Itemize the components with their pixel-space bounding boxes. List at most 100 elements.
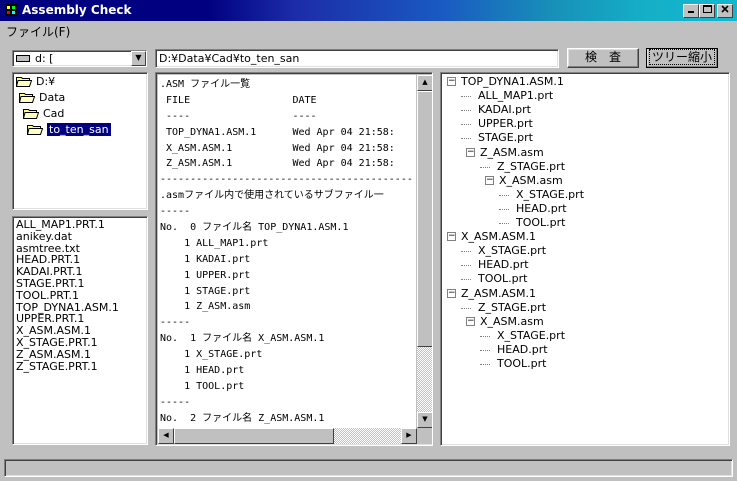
vertical-scroll-thumb[interactable]	[417, 91, 432, 347]
folder-item[interactable]: Cad	[23, 107, 64, 122]
horizontal-scroll-thumb[interactable]	[174, 428, 334, 444]
open-folder-icon	[23, 109, 39, 119]
tree-node[interactable]: TOOL.prt	[516, 216, 565, 230]
tree-node[interactable]: HEAD.prt	[497, 343, 548, 357]
report-line: X_ASM.ASM.1 Wed Apr 04 21:58:	[160, 142, 395, 154]
tree-connector	[461, 96, 471, 98]
tree-node[interactable]: Z_STAGE.prt	[497, 160, 565, 174]
minimize-button[interactable]	[683, 4, 699, 18]
file-list[interactable]: ALL_MAP1.PRT.1 anikey.dat asmtree.txt HE…	[12, 216, 148, 445]
minimize-icon	[688, 11, 694, 13]
tree-node[interactable]: X_STAGE.prt	[478, 244, 546, 258]
collapse-icon[interactable]: −	[466, 147, 475, 157]
collapse-icon[interactable]: −	[447, 288, 456, 298]
scroll-left-button[interactable]: ◀	[158, 428, 174, 444]
report-line: Z_ASM.ASM.1 Wed Apr 04 21:58:	[160, 158, 395, 170]
folder-item[interactable]: D:¥	[16, 75, 55, 90]
folder-label: Cad	[43, 107, 65, 120]
menu-file[interactable]: ファイル(F)	[6, 23, 70, 40]
tree-node[interactable]: Z_ASM.asm	[480, 146, 544, 160]
open-folder-icon	[16, 77, 32, 87]
report-line: ----------------------------------------…	[160, 174, 413, 186]
report-line: FILE DATE	[160, 94, 317, 106]
tree-node[interactable]: TOP_DYNA1.ASM.1	[461, 75, 564, 89]
list-item[interactable]: TOOL.PRT.1	[16, 289, 144, 302]
tree-node[interactable]: X_ASM.asm	[499, 174, 563, 188]
collapse-icon[interactable]: −	[485, 175, 494, 185]
folder-item[interactable]: Data	[19, 91, 65, 106]
tree-node[interactable]: TOOL.prt	[497, 357, 546, 371]
list-item[interactable]: Z_STAGE.PRT.1	[16, 360, 144, 373]
tree-node[interactable]: X_ASM.asm	[480, 315, 544, 329]
collapse-icon[interactable]: −	[447, 232, 456, 242]
directory-tree[interactable]: D:¥ Data Cad to_ten_san	[12, 72, 148, 210]
drive-select[interactable]: d: [ ▼	[12, 50, 147, 67]
collapse-icon[interactable]: −	[466, 316, 475, 326]
tree-connector	[480, 166, 490, 168]
tree-node[interactable]: KADAI.prt	[478, 103, 531, 117]
report-line: .ASM ファイル一覧	[160, 79, 251, 90]
tree-connector	[461, 124, 471, 126]
drive-select-value: d: [	[35, 52, 54, 65]
menu-bar: ファイル(F)	[0, 21, 737, 41]
vertical-scrollbar[interactable]: ▲ ▼	[417, 75, 432, 428]
tree-node[interactable]: ALL_MAP1.prt	[478, 89, 553, 103]
folder-label: D:¥	[36, 75, 56, 88]
list-item[interactable]: anikey.dat	[16, 230, 144, 243]
tree-connector	[499, 223, 509, 224]
scroll-corner	[417, 428, 432, 444]
status-bar	[4, 459, 733, 477]
report-line: No. 0 ファイル名 TOP_DYNA1.ASM.1	[160, 222, 349, 234]
app-icon	[5, 4, 17, 16]
tree-node[interactable]: UPPER.prt	[478, 117, 533, 131]
tree-connector	[499, 208, 509, 210]
report-line: 1 X_STAGE.prt	[160, 349, 263, 361]
tree-connector	[461, 138, 471, 140]
report-line: 1 UPPER.prt	[160, 269, 251, 281]
list-item[interactable]: STAGE.PRT.1	[16, 278, 144, 290]
report-line: TOP_DYNA1.ASM.1 Wed Apr 04 21:58:	[160, 126, 395, 138]
chevron-down-icon[interactable]: ▼	[131, 51, 146, 66]
report-panel: .ASM ファイル一覧 FILE DATE ---- ---- TOP_DYNA…	[155, 72, 433, 446]
tree-node[interactable]: TOOL.prt	[478, 272, 527, 286]
tree-connector	[461, 110, 471, 112]
horizontal-scrollbar[interactable]: ◀ ▶	[158, 428, 417, 444]
folder-label: Data	[39, 91, 66, 104]
report-line: No. 2 ファイル名 Z_ASM.ASM.1	[160, 412, 325, 424]
scroll-up-button[interactable]: ▲	[417, 75, 432, 91]
check-button[interactable]: 検 査	[567, 48, 639, 68]
list-item[interactable]: X_STAGE.PRT.1	[16, 337, 144, 349]
tree-node[interactable]: X_STAGE.prt	[497, 329, 565, 343]
maximize-icon	[702, 5, 712, 13]
collapse-icon[interactable]: −	[447, 77, 456, 86]
open-folder-icon	[19, 93, 35, 103]
tree-node[interactable]: HEAD.prt	[478, 258, 529, 272]
report-line: No. 1 ファイル名 X_ASM.ASM.1	[160, 333, 325, 345]
list-item[interactable]: Z_ASM.ASM.1	[16, 348, 144, 361]
report-line: 1 STAGE.prt	[160, 285, 251, 297]
close-button[interactable]	[717, 4, 733, 18]
report-line: -----	[160, 206, 191, 218]
path-input[interactable]: D:¥Data¥Cad¥to_ten_san	[155, 49, 559, 68]
tree-node[interactable]: Z_ASM.ASM.1	[461, 287, 536, 301]
assembly-tree[interactable]: − TOP_DYNA1.ASM.1 ALL_MAP1.prt KADAI.prt UPP…	[440, 72, 730, 446]
scroll-right-button[interactable]: ▶	[401, 428, 417, 444]
open-folder-icon	[27, 125, 43, 135]
report-textarea[interactable]: .ASM ファイル一覧 FILE DATE ---- ---- TOP_DYNA…	[158, 75, 416, 428]
tree-shrink-label: ツリー縮小	[648, 49, 715, 65]
folder-item-selected[interactable]: to_ten_san	[27, 123, 111, 138]
tree-node[interactable]: X_STAGE.prt	[516, 188, 584, 202]
tree-node[interactable]: HEAD.prt	[516, 202, 567, 216]
report-line: .asmファイル内で使用されているサブファイル一	[160, 190, 384, 202]
tree-node[interactable]: Z_STAGE.prt	[478, 301, 546, 315]
tree-connector	[461, 307, 471, 309]
maximize-button[interactable]	[699, 4, 715, 18]
tree-node[interactable]: STAGE.prt	[478, 131, 533, 145]
tree-node[interactable]: X_ASM.ASM.1	[461, 230, 536, 244]
report-line: -----	[160, 317, 191, 329]
report-line: -----	[160, 396, 191, 408]
scroll-down-button[interactable]: ▼	[417, 412, 432, 428]
window-title: Assembly Check	[22, 3, 132, 17]
tree-connector	[461, 279, 471, 281]
tree-shrink-button[interactable]: ツリー縮小	[646, 48, 718, 68]
